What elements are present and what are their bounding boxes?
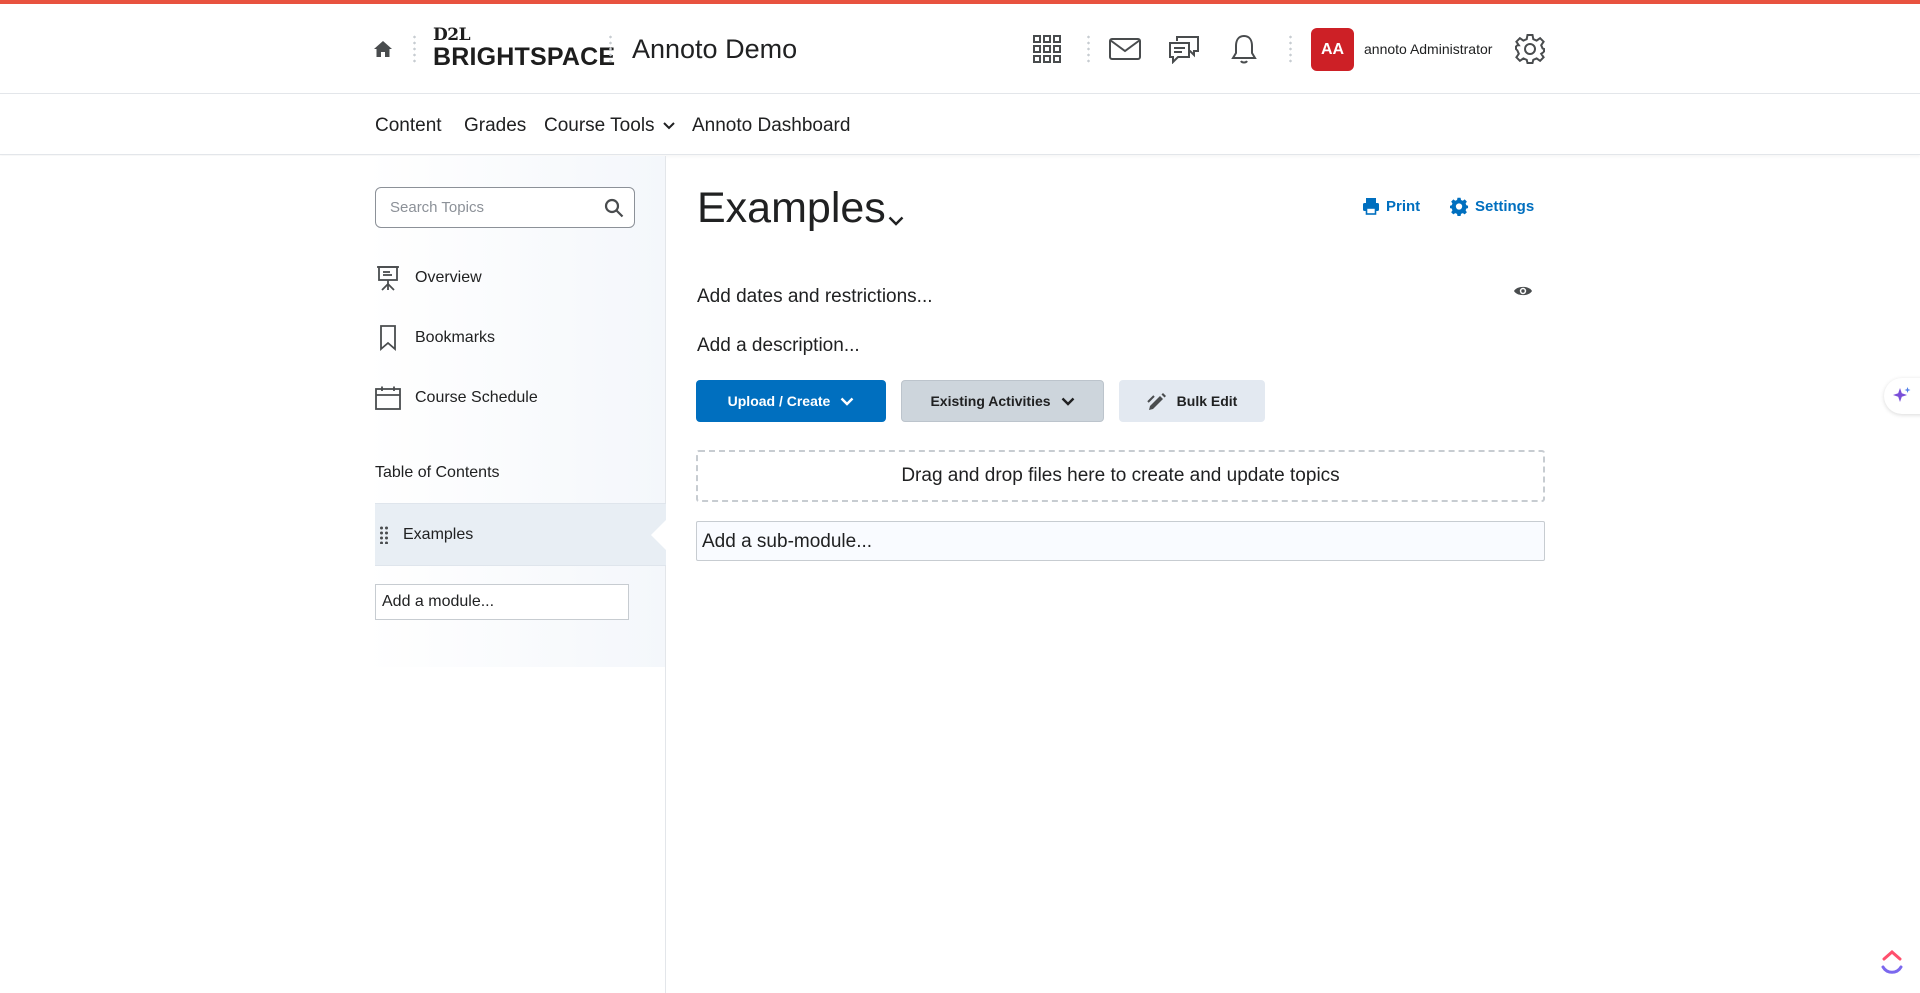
logo-top-text: D2L xyxy=(433,25,471,45)
gear-icon xyxy=(1515,34,1545,64)
discussions-button[interactable] xyxy=(1167,32,1201,66)
gear-icon xyxy=(1450,197,1469,216)
visibility-toggle[interactable] xyxy=(1513,284,1535,304)
sidebar-item-label: Overview xyxy=(415,269,482,286)
eye-icon xyxy=(1514,286,1532,296)
existing-activities-label: Existing Activities xyxy=(930,393,1051,409)
module-actions-button[interactable] xyxy=(885,210,907,232)
dropzone-text: Drag and drop files here to create and u… xyxy=(901,465,1340,486)
search-topics-field xyxy=(375,187,635,228)
nav-item-course-tools[interactable]: Course Tools xyxy=(544,115,675,137)
calendar-icon xyxy=(375,384,401,412)
sidebar-divider xyxy=(665,156,666,993)
home-icon xyxy=(374,41,392,57)
org-title[interactable]: Annoto Demo xyxy=(632,34,797,65)
messages-button[interactable] xyxy=(1108,32,1142,66)
header-separator xyxy=(1087,34,1090,64)
sidebar-item-overview[interactable]: Overview xyxy=(375,264,482,292)
search-button[interactable] xyxy=(603,197,625,219)
bulk-edit-button[interactable]: Bulk Edit xyxy=(1119,380,1265,422)
bell-icon xyxy=(1231,34,1257,64)
add-dates-restrictions[interactable]: Add dates and restrictions... xyxy=(697,286,933,308)
bulk-edit-label: Bulk Edit xyxy=(1176,393,1238,409)
nav-item-annoto-dashboard[interactable]: Annoto Dashboard xyxy=(692,115,850,137)
bookmark-icon xyxy=(375,324,401,352)
existing-activities-button[interactable]: Existing Activities xyxy=(901,380,1104,422)
home-button[interactable] xyxy=(369,36,397,62)
print-label: Print xyxy=(1386,197,1421,215)
nav-item-content[interactable]: Content xyxy=(375,115,442,137)
chat-bubbles-icon xyxy=(1169,36,1199,64)
waffle-menu-button[interactable] xyxy=(1030,32,1064,66)
header: D2L BRIGHTSPACE Annoto Demo AA annoto Ad… xyxy=(0,4,1920,94)
sidebar-item-label: Course Schedule xyxy=(415,389,538,406)
table-of-contents-label[interactable]: Table of Contents xyxy=(375,464,500,482)
admin-settings-button[interactable] xyxy=(1513,32,1547,66)
file-dropzone[interactable]: Drag and drop files here to create and u… xyxy=(696,450,1545,502)
nav-item-label: Content xyxy=(375,115,442,136)
add-module-input[interactable]: Add a module... xyxy=(375,584,629,620)
sidebar-blank-area xyxy=(0,667,666,993)
chevron-down-icon xyxy=(888,216,904,226)
sidebar-item-course-schedule[interactable]: Course Schedule xyxy=(375,384,538,412)
upload-create-button[interactable]: Upload / Create xyxy=(696,380,886,422)
pencil-edit-icon xyxy=(1146,393,1166,410)
header-separator xyxy=(413,34,416,64)
settings-label: Settings xyxy=(1475,198,1535,215)
brightspace-logo[interactable]: D2L BRIGHTSPACE xyxy=(433,25,616,74)
grid-icon xyxy=(1033,35,1061,63)
nav-item-label: Grades xyxy=(464,115,527,136)
search-icon xyxy=(604,198,624,218)
header-separator xyxy=(609,34,612,64)
ai-assistant-tab[interactable] xyxy=(1884,378,1920,414)
logo-main-text: BRIGHTSPACE xyxy=(433,43,616,71)
notifications-button[interactable] xyxy=(1227,32,1261,66)
sidebar-item-bookmarks[interactable]: Bookmarks xyxy=(375,324,495,352)
upload-create-label: Upload / Create xyxy=(727,393,831,409)
nav-item-grades[interactable]: Grades xyxy=(464,115,526,137)
nav-item-label: Course Tools xyxy=(544,115,655,136)
header-separator xyxy=(1289,34,1292,64)
toc-module-label: Examples xyxy=(403,526,474,543)
presentation-icon xyxy=(375,264,401,292)
chevron-down-icon xyxy=(1061,397,1074,406)
printer-icon xyxy=(1363,198,1379,215)
add-submodule-input[interactable]: Add a sub-module... xyxy=(696,521,1545,561)
clickup-icon[interactable] xyxy=(1880,950,1904,976)
drag-handle-icon[interactable] xyxy=(379,526,389,549)
avatar[interactable]: AA xyxy=(1311,28,1354,71)
settings-button[interactable]: Settings xyxy=(1450,197,1534,216)
page-title[interactable]: Examples xyxy=(697,184,886,233)
sidebar-item-label: Bookmarks xyxy=(415,329,496,346)
search-input[interactable] xyxy=(390,188,590,227)
print-button[interactable]: Print xyxy=(1362,197,1420,215)
course-navbar: Content Grades Course Tools Annoto Dashb… xyxy=(0,95,1920,155)
chevron-down-icon xyxy=(840,397,854,406)
toc-module-item[interactable]: Examples xyxy=(375,503,666,566)
sparkle-icon xyxy=(1893,387,1911,402)
username[interactable]: annoto Administrator xyxy=(1364,41,1492,57)
mail-icon xyxy=(1109,38,1141,60)
add-description[interactable]: Add a description... xyxy=(697,335,860,357)
chevron-down-icon xyxy=(662,122,675,130)
nav-item-label: Annoto Dashboard xyxy=(692,115,851,136)
selected-indicator xyxy=(651,520,666,550)
